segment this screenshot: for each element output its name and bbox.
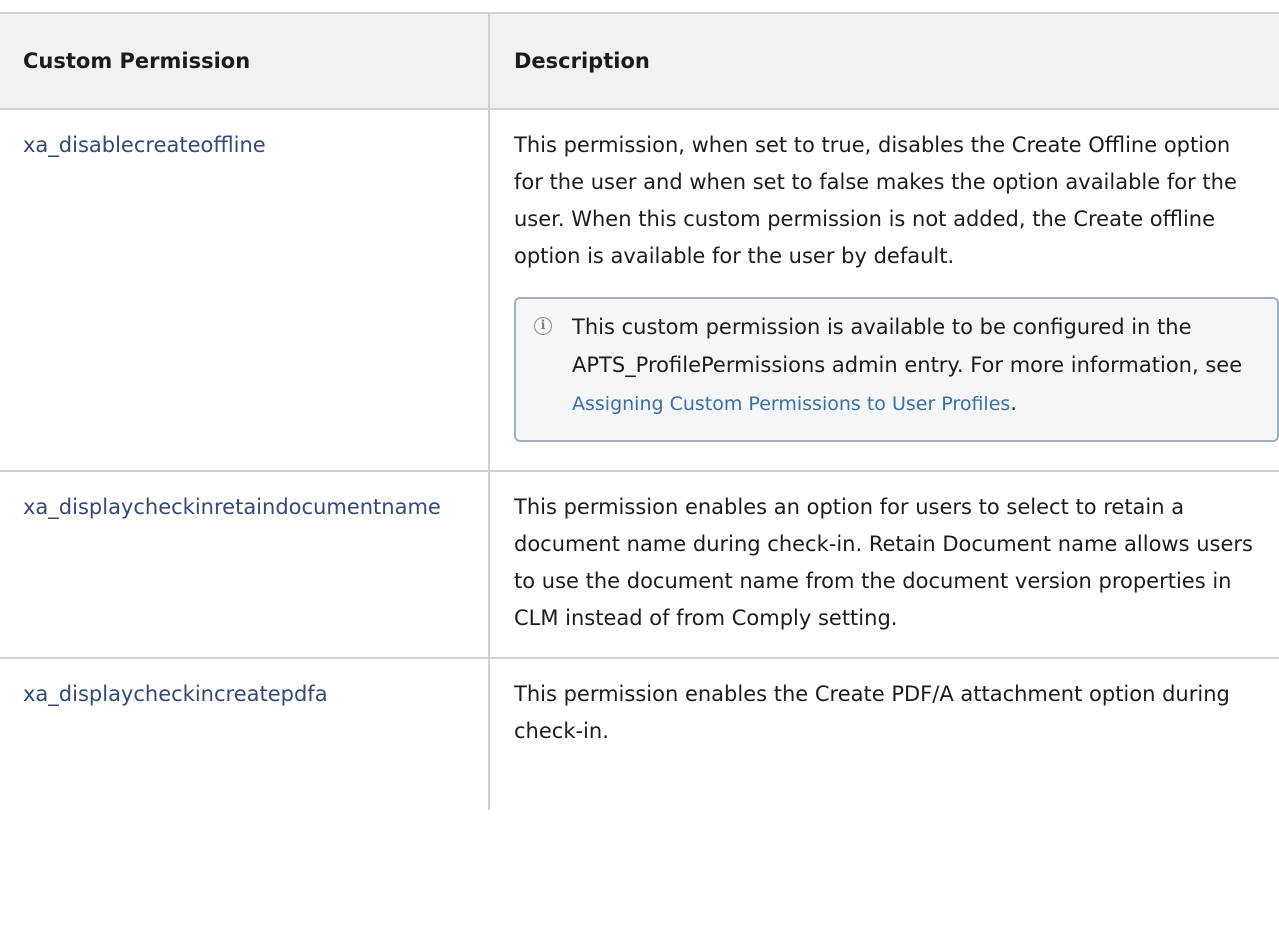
- table-header-row: Custom Permission Description: [0, 12, 1279, 110]
- note-text: This custom permission is available to b…: [572, 315, 1242, 415]
- note-text-end: .: [1010, 391, 1017, 415]
- permission-description-cell: This permission, when set to true, disab…: [488, 108, 1279, 472]
- permission-description: This permission enables an option for us…: [488, 470, 1279, 659]
- info-note: i This custom permission is available to…: [514, 297, 1279, 442]
- permission-description: This permission enables the Create PDF/A…: [488, 657, 1279, 810]
- assigning-custom-permissions-link[interactable]: Assigning Custom Permissions to User Pro…: [572, 393, 1010, 415]
- header-description: Description: [488, 12, 1279, 110]
- table-row: xa_disablecreateoffline This permission,…: [0, 108, 1279, 472]
- permissions-table: Custom Permission Description xa_disable…: [0, 12, 1279, 810]
- permission-name: xa_displaycheckincreatepdfa: [0, 657, 490, 810]
- note-text-body: This custom permission is available to b…: [572, 315, 1243, 377]
- info-icon: i: [534, 317, 552, 335]
- permission-name: xa_disablecreateoffline: [0, 108, 490, 472]
- permission-name: xa_displaycheckinretaindocumentname: [0, 470, 490, 659]
- table-row: xa_displaycheckincreatepdfa This permiss…: [0, 657, 1279, 810]
- permission-description: This permission, when set to true, disab…: [514, 133, 1237, 268]
- header-custom-permission: Custom Permission: [0, 12, 490, 110]
- table-row: xa_displaycheckinretaindocumentname This…: [0, 470, 1279, 659]
